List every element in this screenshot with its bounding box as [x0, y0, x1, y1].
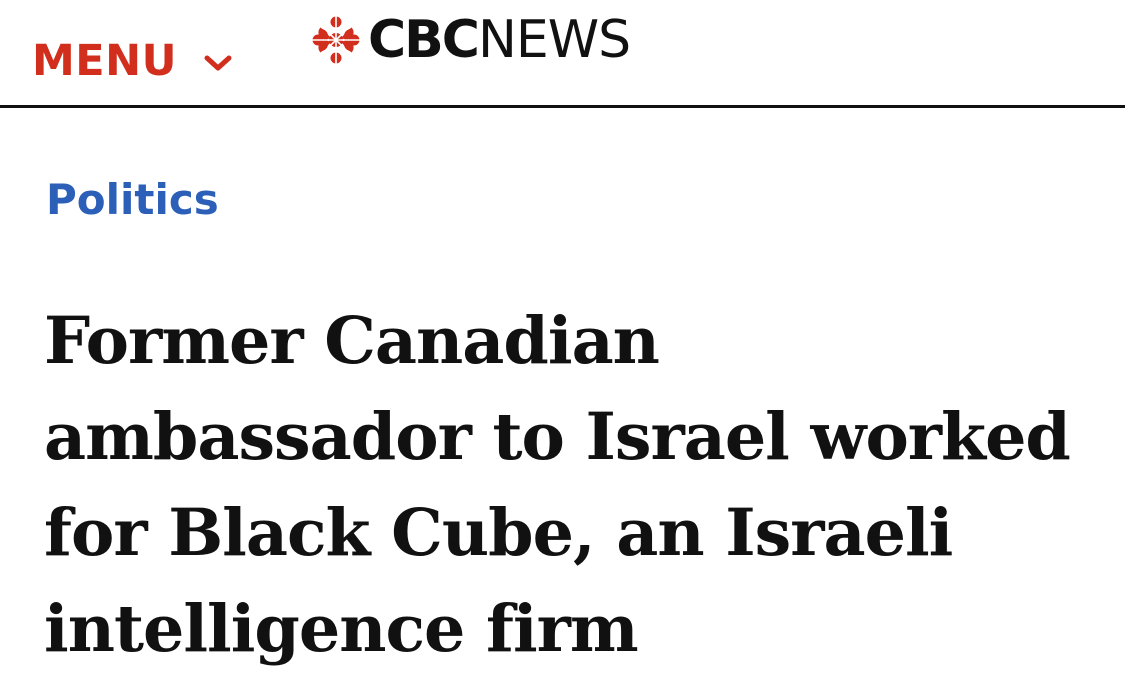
article-headline: Former Canadian ambassador to Israel wor…	[44, 303, 1071, 667]
cbc-gem-icon	[312, 16, 360, 64]
site-header: MENU CBC NEWS	[0, 0, 1125, 108]
logo-suffix-text: NEWS	[477, 10, 631, 70]
menu-label: MENU	[32, 35, 178, 86]
chevron-down-icon	[204, 55, 232, 71]
logo-brand-text: CBC	[368, 10, 480, 70]
section-link-politics[interactable]: Politics	[46, 172, 219, 228]
menu-button[interactable]: MENU	[32, 34, 233, 88]
cbc-news-logo[interactable]: CBC NEWS	[312, 10, 631, 70]
